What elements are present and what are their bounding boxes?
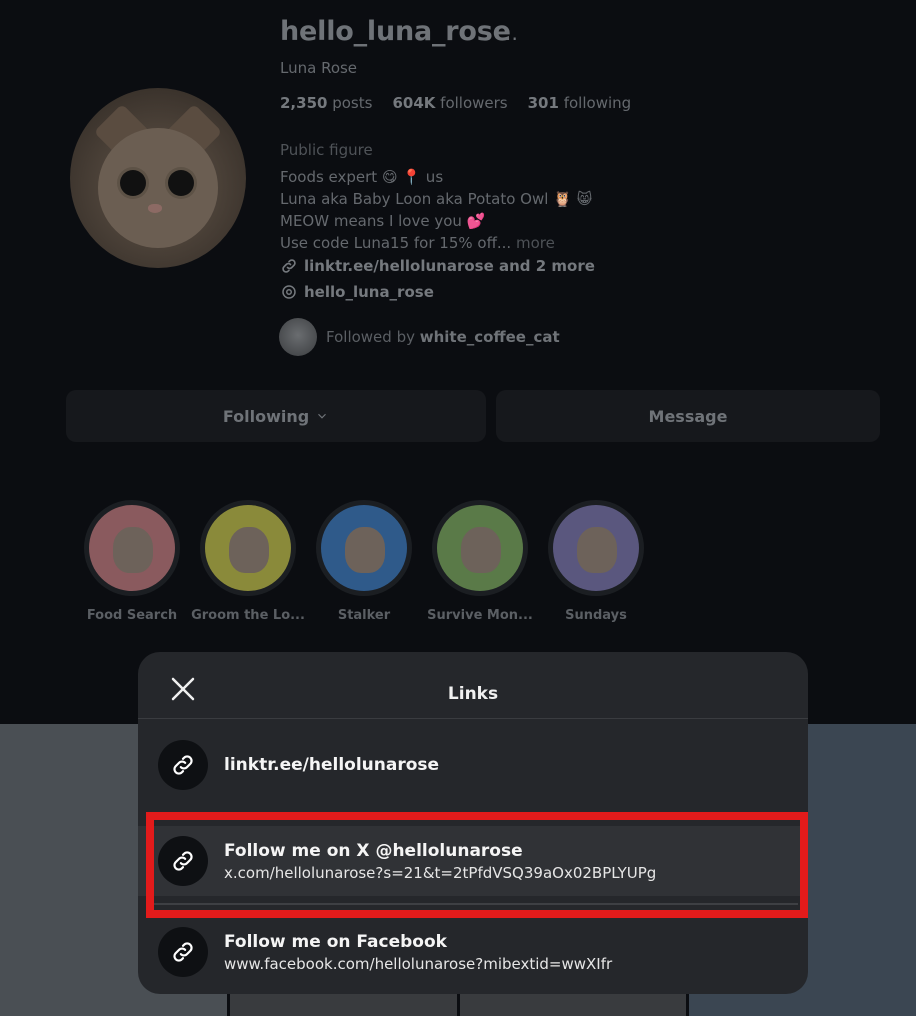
modal-title: Links — [447, 684, 499, 704]
link-icon — [158, 927, 208, 977]
following-count[interactable]: 301 following — [528, 94, 632, 112]
threads-icon — [282, 285, 296, 299]
link-title: linktr.ee/hellolunarose — [224, 755, 440, 775]
link-url: www.facebook.com/hellolunarose?mibextid=… — [224, 954, 613, 973]
profile-full-name: Luna Rose — [280, 59, 358, 77]
links-modal: Links linktr.ee/hellolunarose Follow me … — [138, 652, 808, 994]
profile-avatar[interactable] — [70, 88, 246, 268]
bio-line: Foods expert 😋 📍 us — [280, 168, 444, 186]
link-title: Follow me on Facebook — [224, 931, 447, 952]
story-highlights: Food Search Groom the Lo... Stalker Surv… — [84, 500, 644, 623]
link-icon — [158, 740, 208, 790]
highlight-item[interactable]: Survive Mon... — [427, 500, 533, 623]
profile-link[interactable]: linktr.ee/hellolunarose and 2 more — [280, 257, 595, 275]
followers-count[interactable]: 604K followers — [392, 94, 507, 112]
highlight-item[interactable]: Stalker — [316, 500, 412, 623]
bio-line: Use code Luna15 for 15% off... more — [280, 234, 555, 252]
profile-category: Public figure — [280, 141, 373, 159]
link-item-linktree[interactable]: linktr.ee/hellolunarose — [138, 740, 808, 790]
follower-avatar — [279, 318, 317, 356]
message-button[interactable]: Message — [496, 390, 880, 442]
profile-username: hello_luna_rose — [280, 16, 511, 47]
following-button[interactable]: Following — [66, 390, 486, 442]
highlight-cover — [205, 505, 291, 591]
bio-line: MEOW means I love you 💕 — [280, 212, 486, 230]
link-item-facebook[interactable]: Follow me on Facebook www.facebook.com/h… — [138, 922, 808, 982]
highlight-cover — [89, 505, 175, 591]
modal-header: Links — [138, 652, 808, 719]
highlight-cover — [321, 505, 407, 591]
chevron-down-icon — [318, 413, 327, 419]
highlight-item[interactable]: Food Search — [84, 500, 180, 623]
highlight-item[interactable]: Groom the Lo... — [191, 500, 305, 623]
profile-stats: 2,350 posts 604K followers 301 following — [280, 94, 631, 112]
highlight-cover — [437, 505, 523, 591]
link-icon — [282, 259, 296, 273]
highlight-cover — [553, 505, 639, 591]
row-divider — [154, 903, 798, 905]
bio-more-link[interactable]: more — [516, 234, 555, 252]
link-url: x.com/hellolunarose?s=21&t=2tPfdVSQ39aOx… — [224, 863, 657, 882]
bio-line: Luna aka Baby Loon aka Potato Owl 🦉 😸 — [280, 190, 593, 208]
followed-by[interactable]: Followed by white_coffee_cat — [279, 318, 560, 356]
threads-link[interactable]: hello_luna_rose — [280, 283, 434, 301]
link-item-x[interactable]: Follow me on X @hellolunarose x.com/hell… — [138, 826, 808, 896]
highlight-item[interactable]: Sundays — [548, 500, 644, 623]
posts-count: 2,350 posts — [280, 94, 373, 112]
link-title: Follow me on X @hellolunarose — [224, 840, 523, 861]
more-options-icon[interactable]: … — [498, 21, 518, 45]
link-icon — [158, 836, 208, 886]
profile-bio: Foods expert 😋 📍 us Luna aka Baby Loon a… — [280, 166, 592, 254]
